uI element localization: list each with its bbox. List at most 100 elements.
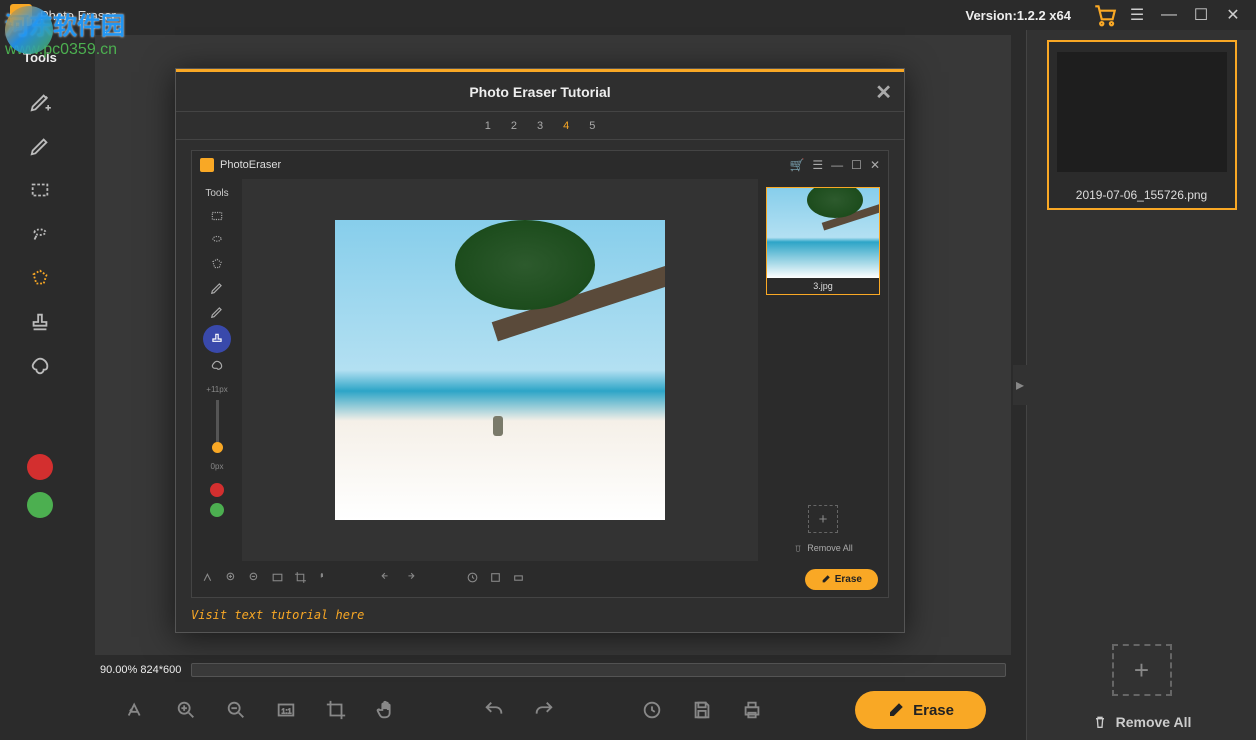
inner-brush-slider [216, 400, 219, 450]
inner-close-icon: ✕ [870, 158, 880, 172]
inner-lasso-icon [205, 229, 229, 251]
inner-bottom-toolbar: Erase [192, 561, 888, 597]
tutorial-inner-app: PhotoEraser 🛒 ☰ — ☐ ✕ Tools +1 [191, 150, 889, 598]
save-icon[interactable] [686, 694, 718, 726]
inner-px-high: +11px [206, 385, 227, 394]
lasso-tool-icon[interactable] [22, 216, 58, 252]
inner-logo-icon [200, 158, 214, 172]
status-bar: 90.00% 824*600 [90, 660, 1016, 680]
remove-all-button[interactable]: Remove All [1037, 714, 1246, 730]
cart-icon[interactable] [1092, 2, 1118, 28]
tools-panel: Tools + [0, 30, 80, 740]
titlebar: Photo Eraser Version:1.2.2 x64 ☰ — ☐ ✕ [0, 0, 1256, 30]
stamp-tool-icon[interactable] [22, 304, 58, 340]
page-link-2[interactable]: 2 [511, 120, 517, 132]
red-indicator-icon[interactable] [27, 454, 53, 480]
inner-app-title: PhotoEraser [220, 159, 281, 171]
history-icon[interactable] [636, 694, 668, 726]
inner-maximize-icon: ☐ [851, 158, 862, 172]
inner-side-panel: 3.jpg + Remove All [758, 179, 888, 561]
inner-zoomin-icon [225, 571, 238, 587]
side-panel: ▸ 2019-07-06_155726.png + Remove All [1026, 30, 1256, 740]
inner-green-dot-icon [210, 503, 224, 517]
bottom-toolbar: 1:1 Erase [90, 680, 1016, 740]
thumbnail-label: 2019-07-06_155726.png [1049, 182, 1235, 208]
modal-pager: 1 2 3 4 5 [176, 112, 904, 140]
inner-print-icon [512, 571, 525, 587]
visit-tutorial-link[interactable]: Visit text tutorial here [191, 608, 889, 622]
tools-title: Tools [23, 50, 57, 65]
inner-beach-image [335, 220, 665, 520]
version-label: Version:1.2.2 x64 [965, 8, 1071, 23]
inner-thumb-label: 3.jpg [767, 278, 879, 294]
app-logo-icon [10, 4, 32, 26]
erase-label: Erase [913, 702, 954, 719]
inner-save-icon [489, 571, 502, 587]
print-icon[interactable] [736, 694, 768, 726]
zoom-size-label: 90.00% 824*600 [100, 664, 181, 676]
inner-menu-icon: ☰ [812, 158, 823, 172]
inner-red-dot-icon [210, 483, 224, 497]
inner-redo-icon [403, 571, 416, 587]
inner-canvas [242, 179, 758, 561]
minimize-icon[interactable]: — [1156, 2, 1182, 28]
green-indicator-icon[interactable] [27, 492, 53, 518]
tutorial-modal: Photo Eraser Tutorial ✕ 1 2 3 4 5 PhotoE… [175, 68, 905, 633]
inner-pen2-icon [205, 301, 229, 323]
actual-size-icon[interactable]: 1:1 [270, 694, 302, 726]
pan-hand-icon[interactable] [370, 694, 402, 726]
page-link-3[interactable]: 3 [537, 120, 543, 132]
smudge-tool-icon[interactable] [22, 348, 58, 384]
inner-minimize-icon: — [831, 158, 843, 172]
inner-cart-icon: 🛒 [789, 158, 804, 172]
inner-undo-icon [380, 571, 393, 587]
inner-polygon-icon [205, 253, 229, 275]
inner-fit-icon [271, 571, 284, 587]
horizontal-scrollbar[interactable] [191, 663, 1006, 677]
thumbnail-item[interactable]: 2019-07-06_155726.png [1047, 40, 1237, 210]
inner-tools-title: Tools [205, 188, 228, 199]
app-title: Photo Eraser [40, 8, 116, 23]
inner-stamp-icon [203, 325, 231, 353]
page-link-4[interactable]: 4 [563, 120, 569, 132]
collapse-panel-icon[interactable]: ▸ [1013, 365, 1027, 405]
rectangle-select-icon[interactable] [22, 172, 58, 208]
page-link-1[interactable]: 1 [485, 120, 491, 132]
text-size-icon[interactable] [120, 694, 152, 726]
svg-text:+: + [46, 103, 51, 113]
menu-icon[interactable]: ☰ [1124, 2, 1150, 28]
crop-icon[interactable] [320, 694, 352, 726]
remove-all-label: Remove All [1116, 714, 1192, 730]
inner-history-icon [466, 571, 479, 587]
close-icon[interactable]: ✕ [1220, 2, 1246, 28]
inner-remove-all: Remove All [766, 543, 880, 553]
erase-button[interactable]: Erase [855, 691, 986, 729]
maximize-icon[interactable]: ☐ [1188, 2, 1214, 28]
zoom-out-icon[interactable] [220, 694, 252, 726]
polygon-tool-icon[interactable] [22, 260, 58, 296]
inner-crop-icon [294, 571, 307, 587]
inner-thumbnail: 3.jpg [766, 187, 880, 295]
inner-rect-icon [205, 205, 229, 227]
inner-hand-icon [317, 571, 330, 587]
inner-textsize-icon [202, 571, 215, 587]
inner-px-low: 0px [211, 462, 224, 471]
inner-smudge-icon [205, 355, 229, 377]
svg-text:1:1: 1:1 [281, 707, 291, 716]
inner-erase-button: Erase [805, 569, 878, 590]
pen-add-tool-icon[interactable]: + [22, 84, 58, 120]
inner-tools-panel: Tools +11px 0px [192, 179, 242, 561]
undo-icon[interactable] [478, 694, 510, 726]
thumbnail-preview [1049, 42, 1235, 182]
inner-add-button: + [808, 505, 838, 533]
modal-title: Photo Eraser Tutorial [469, 84, 610, 100]
redo-icon[interactable] [528, 694, 560, 726]
inner-pen-icon [205, 277, 229, 299]
zoom-in-icon[interactable] [170, 694, 202, 726]
modal-header: Photo Eraser Tutorial ✕ [176, 72, 904, 112]
pen-tool-icon[interactable] [22, 128, 58, 164]
page-link-5[interactable]: 5 [589, 120, 595, 132]
inner-zoomout-icon [248, 571, 261, 587]
add-image-button[interactable]: + [1112, 644, 1172, 696]
modal-close-icon[interactable]: ✕ [875, 80, 892, 105]
